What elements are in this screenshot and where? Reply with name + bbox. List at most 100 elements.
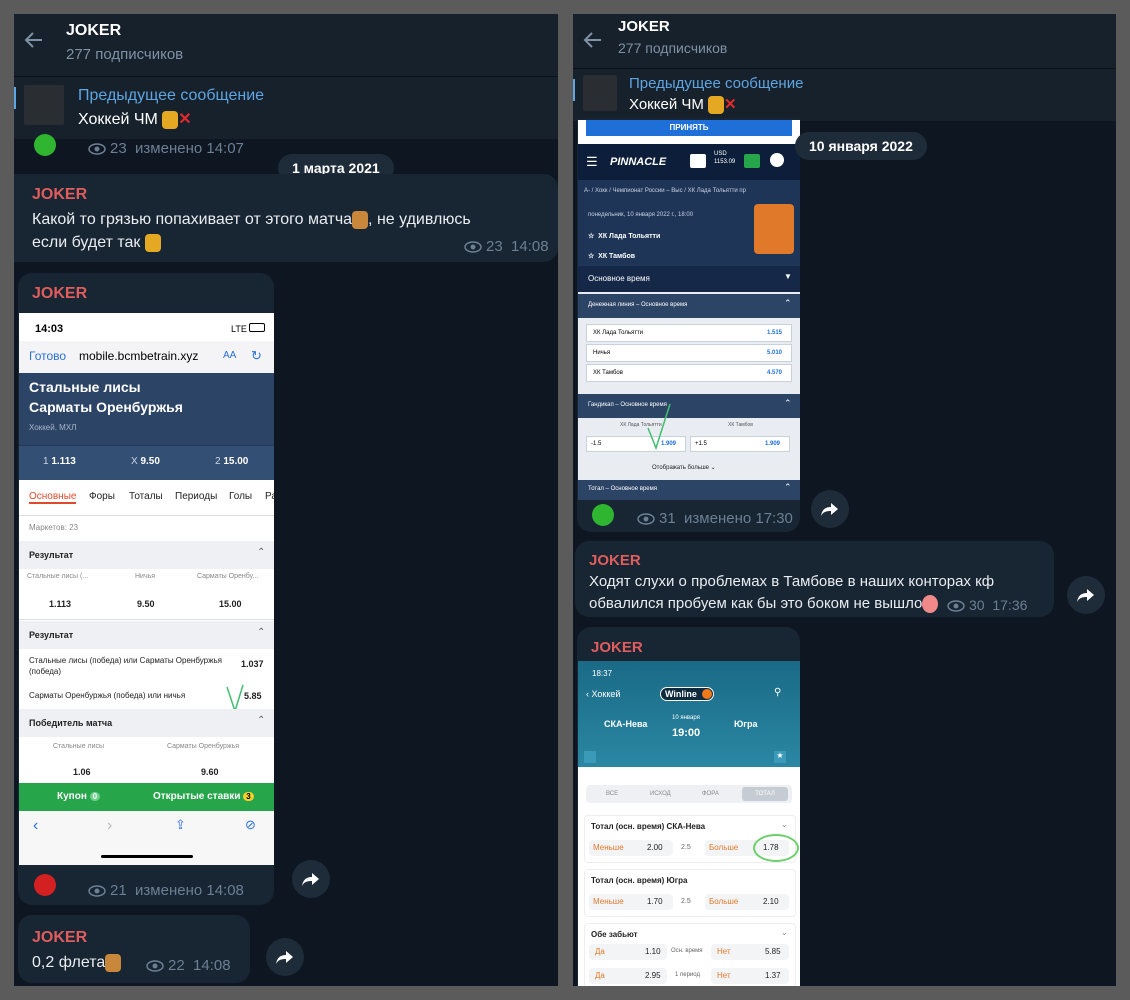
option-odd[interactable]: 1.037 (241, 659, 264, 669)
mail-icon[interactable] (690, 154, 706, 168)
option-odd[interactable]: 5.85 (244, 691, 262, 701)
message-bubble[interactable]: JOKER Ходят слухи о проблемах в Тамбове … (575, 541, 1054, 617)
odd-row[interactable]: Ничья 5.010 (586, 344, 792, 362)
forward-button[interactable] (266, 938, 304, 976)
moneyline-header[interactable]: Денежная линия – Основное время ⌃ (578, 294, 800, 318)
filter-all[interactable]: ВСЕ (606, 791, 618, 797)
tab-main[interactable]: Основные (29, 491, 77, 504)
col-label: Ничья (135, 573, 156, 580)
tab-totals[interactable]: Тоталы (129, 491, 163, 502)
section-result[interactable]: Результат ⌃ (19, 541, 274, 569)
tab-more[interactable]: Ра (265, 491, 274, 502)
circle-annotation-icon (753, 834, 799, 862)
message-meta: 21 изменено 14:08 (88, 882, 244, 899)
accept-button[interactable]: ПРИНЯТЬ (586, 120, 792, 136)
back-icon[interactable]: ‹ (33, 817, 38, 835)
section-title: Денежная линия – Основное время (588, 302, 688, 308)
show-more-button[interactable]: Отображать больше ⌄ (652, 464, 716, 471)
share-icon[interactable]: ⇪ (175, 817, 186, 833)
period-select[interactable]: Основное время ▼ (578, 266, 800, 292)
market-card: Тотал (осн. время) СКА-Нева ⌄ Меньше 2.00… (584, 815, 799, 863)
section-winner[interactable]: Победитель матча ⌃ (19, 709, 274, 737)
coupon-button[interactable]: Купон 0 (57, 791, 101, 802)
message-bubble[interactable]: JOKER 0,2 флета 22 14:08 (18, 915, 250, 983)
cookie-bar: ПРИНЯТЬ (578, 120, 800, 144)
done-button[interactable]: Готово (29, 349, 66, 363)
aa-button[interactable]: AA (223, 350, 236, 361)
eye-icon (88, 885, 106, 897)
odd-button[interactable]: Нет 5.85 (711, 944, 789, 960)
forward-button[interactable] (811, 490, 849, 528)
chevron-down-icon: ⌄ (781, 928, 788, 937)
filter-tabs: ВСЕ ИСХОД ФОРА ТОТАЛ (586, 785, 792, 803)
section-result-2[interactable]: Результат ⌃ (19, 621, 274, 649)
message-meta: 30 17:36 (947, 597, 1027, 613)
menu-icon[interactable]: ☰ (586, 154, 598, 170)
back-arrow-icon[interactable] (581, 28, 605, 52)
reload-icon[interactable]: ↻ (251, 348, 262, 364)
handicap-header[interactable]: Гандикап – Основное время ⌃ (578, 394, 800, 418)
pinned-message[interactable]: Предыдущее сообщение Хоккей ЧМ ✕ (14, 76, 558, 139)
message-author: JOKER (32, 285, 88, 302)
odd-1[interactable]: 1 1.113 (43, 456, 76, 467)
odd-value[interactable]: 9.50 (137, 599, 155, 609)
message-bubble[interactable]: JOKER Какой то грязью попахивает от этог… (14, 174, 558, 262)
account-icon[interactable] (770, 153, 784, 167)
odd-button[interactable]: Нет 1.37 (711, 968, 789, 984)
odd-value[interactable]: 15.00 (219, 599, 242, 609)
subscriber-count: 277 подписчиков (618, 40, 728, 56)
odd-button[interactable]: Да 1.10 (589, 944, 667, 960)
odd-row[interactable]: ХК Лада Тольятти 1.515 (586, 324, 792, 342)
odd-row[interactable]: +1.5 1.909 (690, 436, 790, 452)
pinned-message[interactable]: Предыдущее сообщение Хоккей ЧМ ✕ (573, 68, 1116, 121)
channel-title[interactable]: JOKER (66, 22, 121, 40)
odd-value[interactable]: 9.60 (201, 767, 219, 777)
period-label: Основное время (588, 274, 650, 283)
odd-row[interactable]: ХК Тамбов 4.570 (586, 364, 792, 382)
brand-logo: PINNACLE (610, 156, 667, 168)
odd-button[interactable]: Меньше 2.00 (589, 840, 673, 856)
screenshot-image[interactable]: 14:03 LTE Готово mobile.bcmbetrain.xyz A… (19, 313, 274, 865)
star-icon[interactable]: ★ (774, 751, 786, 763)
odd-button[interactable]: Больше 2.10 (705, 894, 789, 910)
odd-x[interactable]: X 9.50 (131, 456, 160, 467)
forward-button[interactable] (1067, 576, 1105, 614)
match-date: 10 января (672, 715, 700, 721)
main-odds-row: 1 1.113 X 9.50 2 15.00 (19, 445, 274, 480)
total-header[interactable]: Тотал – Основное время ⌃ (578, 480, 800, 500)
odd-button[interactable]: Меньше 1.70 (589, 894, 673, 910)
col-label: ХК Тамбов (728, 422, 753, 428)
filter-handicap[interactable]: ФОРА (702, 791, 719, 797)
pointing-hand-icon (352, 210, 369, 229)
odd-2[interactable]: 2 15.00 (215, 456, 248, 467)
back-arrow-icon[interactable] (22, 28, 46, 52)
channel-title[interactable]: JOKER (618, 18, 670, 35)
tab-goals[interactable]: Голы (229, 491, 252, 502)
profile-icon[interactable]: ⚲ (774, 687, 781, 698)
tab-handicap[interactable]: Форы (89, 491, 115, 502)
url-field[interactable]: mobile.bcmbetrain.xyz (79, 349, 198, 363)
eye-icon (637, 513, 655, 525)
forward-arrow-icon (1077, 589, 1094, 602)
odd-value[interactable]: 1.113 (49, 599, 71, 609)
filter-result[interactable]: ИСХОД (650, 791, 671, 797)
odd-button[interactable]: Да 2.95 (589, 968, 667, 984)
chevron-up-icon: ⌃ (257, 547, 266, 558)
period-label: 1 период (675, 972, 700, 978)
message-author: JOKER (591, 639, 643, 656)
market-tabs: Основные Форы Тоталы Периоды Голы Ра (19, 479, 274, 516)
eye-icon (464, 241, 482, 253)
filter-total[interactable]: ТОТАЛ (742, 787, 788, 801)
forward-button[interactable] (292, 860, 330, 898)
stats-icon[interactable] (584, 751, 596, 763)
deposit-icon[interactable] (744, 154, 760, 168)
section-title: Результат (29, 550, 74, 560)
compass-icon[interactable]: ⊘ (245, 817, 256, 833)
screenshot-image[interactable]: 18:37 ‹ Хоккей Winline ⚲ СКА-Нева 10 янв… (578, 661, 800, 986)
open-bets-button[interactable]: Открытые ставки 3 (153, 791, 254, 802)
tab-periods[interactable]: Периоды (175, 491, 217, 502)
forward-icon[interactable]: › (107, 817, 112, 835)
odd-value[interactable]: 1.06 (73, 767, 91, 777)
back-link[interactable]: ‹ Хоккей (586, 689, 620, 699)
screenshot-image[interactable]: ПРИНЯТЬ ☰ PINNACLE USD 1153.09 А- / Хокк … (578, 120, 800, 500)
